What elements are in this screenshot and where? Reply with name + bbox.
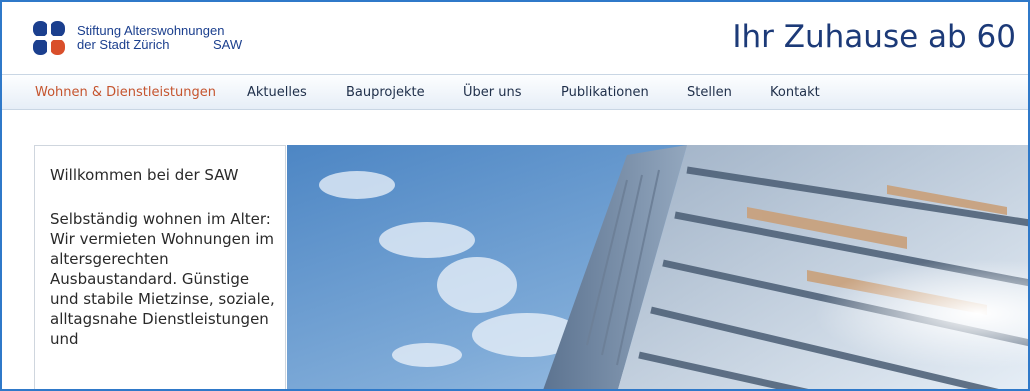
welcome-box: Willkommen bei der SAW Selbständig wohne…	[34, 145, 286, 389]
main-navigation: Wohnen & Dienstleistungen Aktuelles Baup…	[2, 74, 1028, 110]
welcome-title: Willkommen bei der SAW	[50, 166, 239, 184]
nav-item-bauprojekte[interactable]: Bauprojekte	[346, 85, 425, 101]
site-header: Stiftung Alterswohnungen der Stadt Züric…	[2, 2, 1028, 74]
saw-logo[interactable]: Stiftung Alterswohnungen der Stadt Züric…	[29, 18, 269, 58]
logo-line-2: der Stadt Zürich	[77, 37, 170, 52]
nav-item-stellen[interactable]: Stellen	[687, 85, 732, 101]
nav-item-aktuelles[interactable]: Aktuelles	[247, 85, 307, 101]
nav-item-publikationen[interactable]: Publikationen	[561, 85, 649, 101]
nav-item-ueber-uns[interactable]: Über uns	[463, 85, 522, 101]
site-tagline: Ihr Zuhause ab 60	[732, 19, 1016, 55]
logo-text: Stiftung Alterswohnungen der Stadt Züric…	[77, 24, 277, 51]
nav-item-wohnen-dienstleistungen[interactable]: Wohnen & Dienstleistungen	[35, 85, 216, 101]
browser-frame: Stiftung Alterswohnungen der Stadt Züric…	[0, 0, 1030, 391]
logo-abbreviation: SAW	[213, 37, 243, 52]
hero-image	[287, 145, 1028, 389]
nav-item-kontakt[interactable]: Kontakt	[770, 85, 820, 101]
building-photo-icon	[287, 145, 1028, 389]
welcome-text: Selbständig wohnen im Alter: Wir vermiet…	[50, 210, 275, 348]
logo-cross-icon	[33, 21, 65, 55]
logo-line-1: Stiftung Alterswohnungen	[77, 23, 225, 38]
